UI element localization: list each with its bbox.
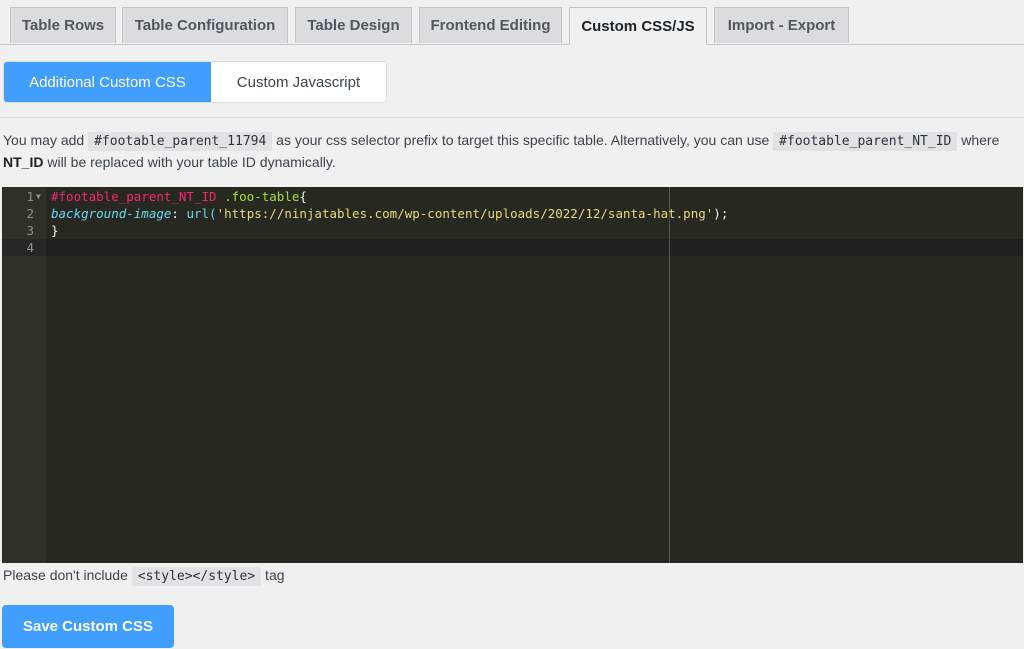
note-text-2: tag [261,567,285,583]
info-text-4: will be replaced with your table ID dyna… [43,154,336,170]
css-code-editor[interactable]: 1 ▼ 2 3 4 #footable_parent_NT_ID .foo-ta… [2,187,1023,563]
note-text-1: Please don't include [3,567,132,583]
subtab-custom-javascript[interactable]: Custom Javascript [210,62,386,102]
subtab-additional-custom-css[interactable]: Additional Custom CSS [4,62,211,102]
tab-table-configuration[interactable]: Table Configuration [122,7,288,43]
fold-arrow-icon[interactable]: ▼ [36,188,41,205]
code-line-1: #footable_parent_NT_ID .foo-table{ [51,188,307,205]
dynamic-selector-code: #footable_parent_NT_ID [773,132,958,151]
divider [0,117,1024,118]
code-brace-close: } [51,223,59,238]
code-string: 'https://ninjatables.com/wp-content/uplo… [216,206,714,221]
tab-frontend-editing[interactable]: Frontend Editing [419,7,562,43]
save-custom-css-button[interactable]: Save Custom CSS [2,605,174,648]
main-tabs: Table Rows Table Configuration Table Des… [0,0,1024,45]
tab-custom-css-js[interactable]: Custom CSS/JS [569,7,707,45]
code-class: .foo-table [216,189,300,204]
code-selector: #footable_parent_NT_ID [51,189,217,204]
active-line-highlight [46,239,1023,256]
code-brace-open: { [299,189,307,204]
style-tag-code: <style></style> [131,567,262,586]
line-number: 3 [26,223,34,238]
print-margin [669,187,670,563]
nt-id-bold: NT_ID [3,154,44,170]
line-number: 1 [26,189,34,204]
tab-import-export[interactable]: Import - Export [714,7,849,43]
tab-table-rows[interactable]: Table Rows [10,7,116,43]
code-line-2: background-image: url('https://ninjatabl… [51,205,728,222]
tab-table-design[interactable]: Table Design [295,7,412,43]
code-line-3: } [51,222,59,239]
line-number: 2 [26,206,34,221]
info-text-1: You may add [3,132,89,148]
code-function: url( [186,206,217,221]
info-text-2: as your css selector prefix to target th… [272,132,774,148]
info-text-3: where [957,132,1000,148]
code-colon: : [171,206,187,221]
table-selector-code: #footable_parent_11794 [88,132,273,151]
css-selector-info: You may add #footable_parent_11794 as yo… [3,130,1023,173]
code-property: background-image [51,206,172,221]
line-number: 4 [26,240,34,255]
css-js-subtabs: Additional Custom CSS Custom Javascript [3,61,387,103]
style-tag-note: Please don't include <style></style> tag [3,565,285,587]
code-end: ); [713,206,729,221]
